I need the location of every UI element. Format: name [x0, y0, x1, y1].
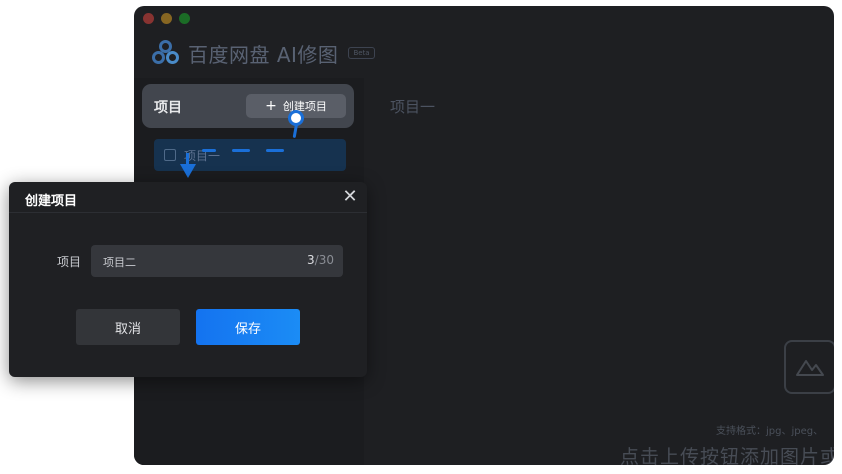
- page-title: 项目一: [390, 98, 436, 116]
- upload-hint: 点击上传按钮添加图片或: [620, 446, 834, 465]
- project-name-value: 项目二: [103, 256, 136, 269]
- guide-pointer-dot: [288, 110, 304, 126]
- window-close-dot[interactable]: [143, 13, 154, 24]
- brand-logo-icon: [150, 38, 182, 68]
- window-maximize-dot[interactable]: [179, 13, 190, 24]
- dialog-title: 创建项目: [25, 194, 78, 209]
- window-minimize-dot[interactable]: [161, 13, 172, 24]
- create-project-dialog: 创建项目 ✕ 项目 项目二 3/30 取消 保存: [9, 182, 367, 377]
- cancel-button[interactable]: 取消: [76, 309, 180, 345]
- project-panel-header: 项目 + 创建项目: [142, 84, 354, 128]
- brand-title: 百度网盘 AI修图: [188, 42, 339, 67]
- plus-icon: +: [265, 98, 277, 114]
- brand: 百度网盘 AI修图 Beta: [150, 38, 375, 68]
- guide-arrow-icon: [180, 164, 196, 178]
- project-name-label: 项目: [57, 255, 82, 269]
- guide-dashes: [202, 149, 292, 153]
- project-name-input[interactable]: 项目二 3/30: [91, 245, 343, 277]
- beta-badge: Beta: [348, 47, 375, 59]
- upload-image-icon[interactable]: [784, 340, 834, 394]
- dialog-divider: [9, 212, 367, 213]
- char-counter: 3/30: [307, 253, 334, 267]
- save-button[interactable]: 保存: [196, 309, 300, 345]
- close-icon[interactable]: ✕: [340, 186, 360, 208]
- image-icon: [164, 149, 176, 161]
- panel-title: 项目: [154, 100, 182, 116]
- format-hint: 支持格式：jpg、jpeg、: [716, 426, 824, 437]
